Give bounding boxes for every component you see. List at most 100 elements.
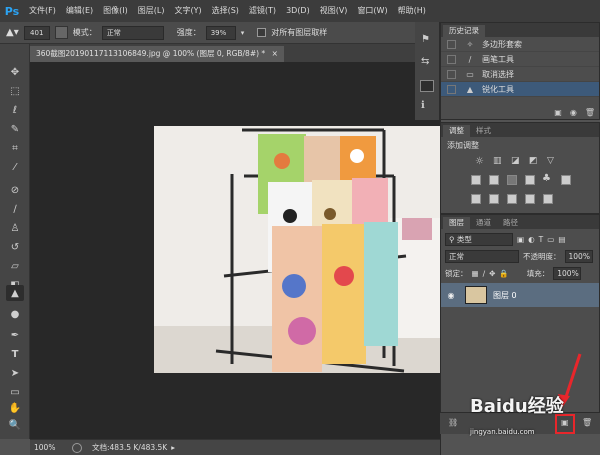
mode-select[interactable]: 正常 — [101, 25, 164, 40]
brush-tool-icon[interactable]: ∕ — [6, 201, 24, 217]
zoom-level[interactable]: 100% — [30, 443, 66, 452]
gradient-map-icon[interactable] — [525, 194, 535, 204]
path-select-tool-icon[interactable]: ➤ — [6, 365, 24, 381]
brush-presets-icon[interactable]: ⇆ — [421, 56, 429, 67]
menu-type[interactable]: 文字(Y) — [169, 0, 206, 22]
tab-history[interactable]: 历史记录 — [443, 25, 485, 37]
layer-row[interactable]: ◉ 图层 0 — [441, 283, 599, 307]
menu-window[interactable]: 窗口(W) — [352, 0, 392, 22]
history-snapshot-checkbox[interactable] — [447, 54, 456, 64]
channel-mixer-icon[interactable]: ♣ — [542, 173, 551, 184]
healing-brush-tool-icon[interactable]: ⊘ — [6, 182, 24, 198]
eyedropper-tool-icon[interactable]: ⁄ — [6, 159, 24, 175]
invert-icon[interactable] — [471, 194, 481, 204]
vibrance-icon[interactable]: ▽ — [547, 156, 554, 166]
posterize-icon[interactable] — [489, 194, 499, 204]
tab-channels[interactable]: 通道 — [470, 217, 497, 229]
sharpen-tool-icon[interactable]: ▲ — [6, 285, 24, 301]
chevron-down-icon[interactable]: ▾ — [241, 29, 245, 37]
zoom-tool-icon[interactable]: 🔍 — [6, 417, 24, 433]
history-snapshot-checkbox[interactable] — [447, 39, 456, 49]
menu-filter[interactable]: 滤镜(T) — [244, 0, 281, 22]
document-tab[interactable]: 360截图20190117113106849.jpg @ 100% (图层 0,… — [30, 46, 284, 62]
threshold-icon[interactable] — [507, 194, 517, 204]
fill-input[interactable]: 100% — [553, 266, 582, 280]
pen-tool-icon[interactable]: ✒ — [6, 327, 24, 343]
info-icon[interactable] — [72, 442, 82, 453]
history-brush-tool-icon[interactable]: ↺ — [6, 239, 24, 255]
clone-stamp-tool-icon[interactable]: ♙ — [6, 220, 24, 236]
hue-saturation-icon[interactable] — [471, 175, 481, 185]
menu-select[interactable]: 选择(S) — [207, 0, 244, 22]
tab-layers[interactable]: 图层 — [443, 217, 470, 229]
history-panel-icon[interactable] — [420, 80, 434, 92]
lock-all-icon[interactable]: 🔒 — [499, 269, 508, 278]
layer-name[interactable]: 图层 0 — [493, 290, 517, 301]
eraser-tool-icon[interactable]: ▱ — [6, 258, 24, 274]
lock-transparent-icon[interactable]: ▦ — [472, 269, 479, 278]
blend-mode-select[interactable]: 正常 — [445, 249, 519, 263]
document-image[interactable] — [154, 126, 440, 373]
photo-filter-icon[interactable] — [525, 175, 535, 185]
sample-all-checkbox[interactable] — [257, 28, 267, 37]
black-white-icon[interactable] — [507, 175, 517, 185]
history-item[interactable]: ✧ 多边形套索 — [441, 37, 599, 52]
filter-shape-icon[interactable]: ▭ — [547, 235, 554, 244]
history-item-selected[interactable]: ▲ 锐化工具 — [441, 82, 599, 97]
selective-color-icon[interactable] — [543, 194, 553, 204]
info-panel-icon[interactable]: ℹ — [421, 100, 425, 111]
history-snapshot-checkbox[interactable] — [447, 69, 456, 79]
menu-view[interactable]: 视图(V) — [315, 0, 353, 22]
trash-icon[interactable]: 🗑 — [585, 108, 595, 117]
lock-brush-icon[interactable]: ∕ — [483, 269, 486, 278]
history-item[interactable]: ▭ 取消选择 — [441, 67, 599, 82]
quick-select-tool-icon[interactable]: ✎ — [6, 121, 24, 137]
close-icon[interactable]: × — [272, 49, 278, 58]
new-document-icon[interactable]: ▣ — [554, 108, 562, 117]
color-balance-icon[interactable] — [489, 175, 499, 185]
move-tool-icon[interactable]: ✥ — [6, 64, 24, 80]
filter-type-icon[interactable]: T — [539, 235, 544, 244]
lasso-tool-icon[interactable]: ℓ — [6, 102, 24, 118]
filter-adjust-icon[interactable]: ◐ — [528, 235, 535, 244]
menu-layer[interactable]: 图层(L) — [133, 0, 170, 22]
menu-image[interactable]: 图像(I) — [98, 0, 133, 22]
layer-filter-select[interactable]: ⚲ 类型 — [445, 232, 513, 246]
exposure-icon[interactable]: ◩ — [529, 156, 538, 166]
camera-icon[interactable]: ◉ — [570, 108, 577, 117]
filter-smart-icon[interactable]: ▤ — [558, 235, 565, 244]
filter-pixel-icon[interactable]: ▣ — [517, 235, 524, 244]
eye-icon[interactable]: ◉ — [441, 291, 461, 300]
canvas-area[interactable] — [30, 62, 440, 439]
strength-input[interactable]: 39% — [205, 25, 236, 40]
history-item[interactable]: ∕ 画笔工具 — [441, 52, 599, 67]
lock-move-icon[interactable]: ✥ — [489, 269, 495, 278]
brush-panel-icon[interactable] — [54, 26, 68, 39]
type-tool-icon[interactable]: T — [6, 346, 24, 362]
opacity-input[interactable]: 100% — [564, 249, 593, 263]
crop-tool-icon[interactable]: ⌗ — [6, 140, 24, 156]
menu-file[interactable]: 文件(F) — [24, 0, 61, 22]
brush-size-picker[interactable]: 401 — [23, 25, 50, 40]
chevron-right-icon[interactable]: ▸ — [171, 443, 175, 452]
brightness-icon[interactable]: ☼ — [475, 156, 484, 167]
shape-tool-icon[interactable]: ▭ — [6, 384, 24, 400]
tab-adjustments[interactable]: 调整 — [443, 125, 470, 137]
trash-icon[interactable]: 🗑 — [582, 418, 592, 427]
menu-help[interactable]: 帮助(H) — [393, 0, 431, 22]
tab-styles[interactable]: 样式 — [470, 125, 497, 137]
tool-presets-icon[interactable]: ⚑ — [421, 34, 430, 45]
dodge-tool-icon[interactable]: ● — [6, 306, 24, 322]
marquee-tool-icon[interactable]: ⬚ — [6, 83, 24, 99]
hand-tool-icon[interactable]: ✋ — [6, 400, 24, 416]
color-lookup-icon[interactable] — [561, 175, 571, 185]
levels-icon[interactable]: ▥ — [493, 156, 502, 166]
link-layers-icon[interactable]: ⛓ — [448, 418, 458, 427]
curves-icon[interactable]: ◪ — [511, 156, 520, 166]
history-snapshot-checkbox[interactable] — [447, 84, 456, 94]
layer-thumbnail[interactable] — [465, 286, 487, 304]
menu-3d[interactable]: 3D(D) — [281, 0, 315, 22]
menu-edit[interactable]: 编辑(E) — [61, 0, 98, 22]
sharpen-tool-icon[interactable]: ▲▾ — [6, 27, 19, 38]
tab-paths[interactable]: 路径 — [497, 217, 524, 229]
